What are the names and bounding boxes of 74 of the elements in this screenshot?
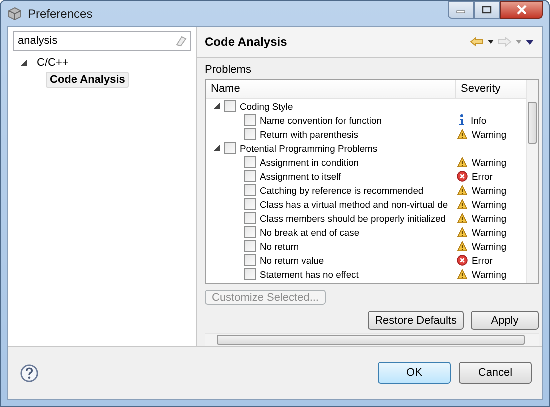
checkbox[interactable] [244,114,256,126]
table-cell: Warning [472,226,507,238]
cube-icon [8,6,22,20]
section-label: Problems [205,64,252,76]
table-cell: Warning [472,156,507,168]
checkbox[interactable] [244,128,256,140]
checkbox[interactable] [244,156,256,168]
expanded-arrow-icon[interactable] [21,60,27,66]
page-button[interactable]: Apply [471,311,539,330]
warning-icon [457,240,468,252]
table-cell: Coding Style [240,100,294,112]
dialog-button[interactable]: OK [378,362,451,384]
table-cell: Return with parenthesis [260,128,358,140]
checkbox[interactable] [244,170,256,182]
table-cell: Warning [472,128,507,140]
tree-item[interactable]: C/C++ [33,54,73,70]
warning-icon [457,226,468,238]
tree-item[interactable]: Code Analysis [46,72,130,88]
dropdown-icon[interactable] [488,40,494,44]
table-cell: Potential Programming Problems [240,142,378,154]
column-header[interactable]: Severity [456,80,526,98]
menu-icon[interactable] [526,40,534,44]
table-cell: Warning [472,198,507,210]
info-icon [457,114,467,126]
table-cell: No return value [260,254,324,266]
checkbox[interactable] [244,184,256,196]
dialog-button[interactable]: Cancel [459,362,532,384]
table-cell: Name convention for function [260,114,382,126]
expanded-arrow-icon[interactable] [214,145,220,151]
warning-icon [457,184,468,196]
checkbox[interactable] [244,198,256,210]
checkbox[interactable] [224,142,236,154]
search-field[interactable]: analysis [13,31,191,51]
checkbox[interactable] [244,254,256,266]
error-icon [457,254,468,266]
maximize-icon [482,6,492,14]
table-cell: No return [260,240,300,252]
table-cell: Warning [472,184,507,196]
table-cell: No break at end of case [260,226,360,238]
eraser-icon [175,35,187,47]
checkbox[interactable] [244,212,256,224]
expanded-arrow-icon[interactable] [214,103,220,109]
checkbox[interactable] [244,240,256,252]
table-cell: Catching by reference is recommended [260,184,424,196]
help-icon[interactable] [20,364,39,382]
close-icon [516,5,526,15]
table-cell: Warning [472,240,507,252]
table-cell: Class has a virtual method and non-virtual de [260,198,448,210]
window-title: Preferences [28,6,93,20]
table-cell: Error [472,170,493,182]
table-cell: Warning [472,268,507,280]
maximize-button[interactable] [474,1,500,19]
error-icon [457,170,468,182]
checkbox[interactable] [244,268,256,280]
table-cell: Info [471,114,487,126]
warning-icon [457,212,468,224]
table-cell: Assignment in condition [260,156,360,168]
warning-icon [457,128,468,140]
checkbox[interactable] [224,100,236,112]
table-cell: Class members should be properly initialized [260,212,446,224]
close-button[interactable] [500,1,543,19]
table-cell: Statement has no effect [260,268,359,280]
vertical-scrollbar[interactable] [526,80,538,283]
page-button[interactable]: Restore Defaults [368,311,464,330]
warning-icon [457,156,468,168]
table-cell: Assignment to itself [260,170,342,182]
checkbox[interactable] [244,226,256,238]
table-cell: Error [472,254,493,266]
column-header[interactable]: Name [206,80,456,98]
page-title: Code Analysis [205,35,288,49]
warning-icon [457,268,468,280]
warning-icon [457,198,468,210]
table-cell: Warning [472,212,507,224]
horizontal-scrollbar[interactable] [205,333,539,346]
